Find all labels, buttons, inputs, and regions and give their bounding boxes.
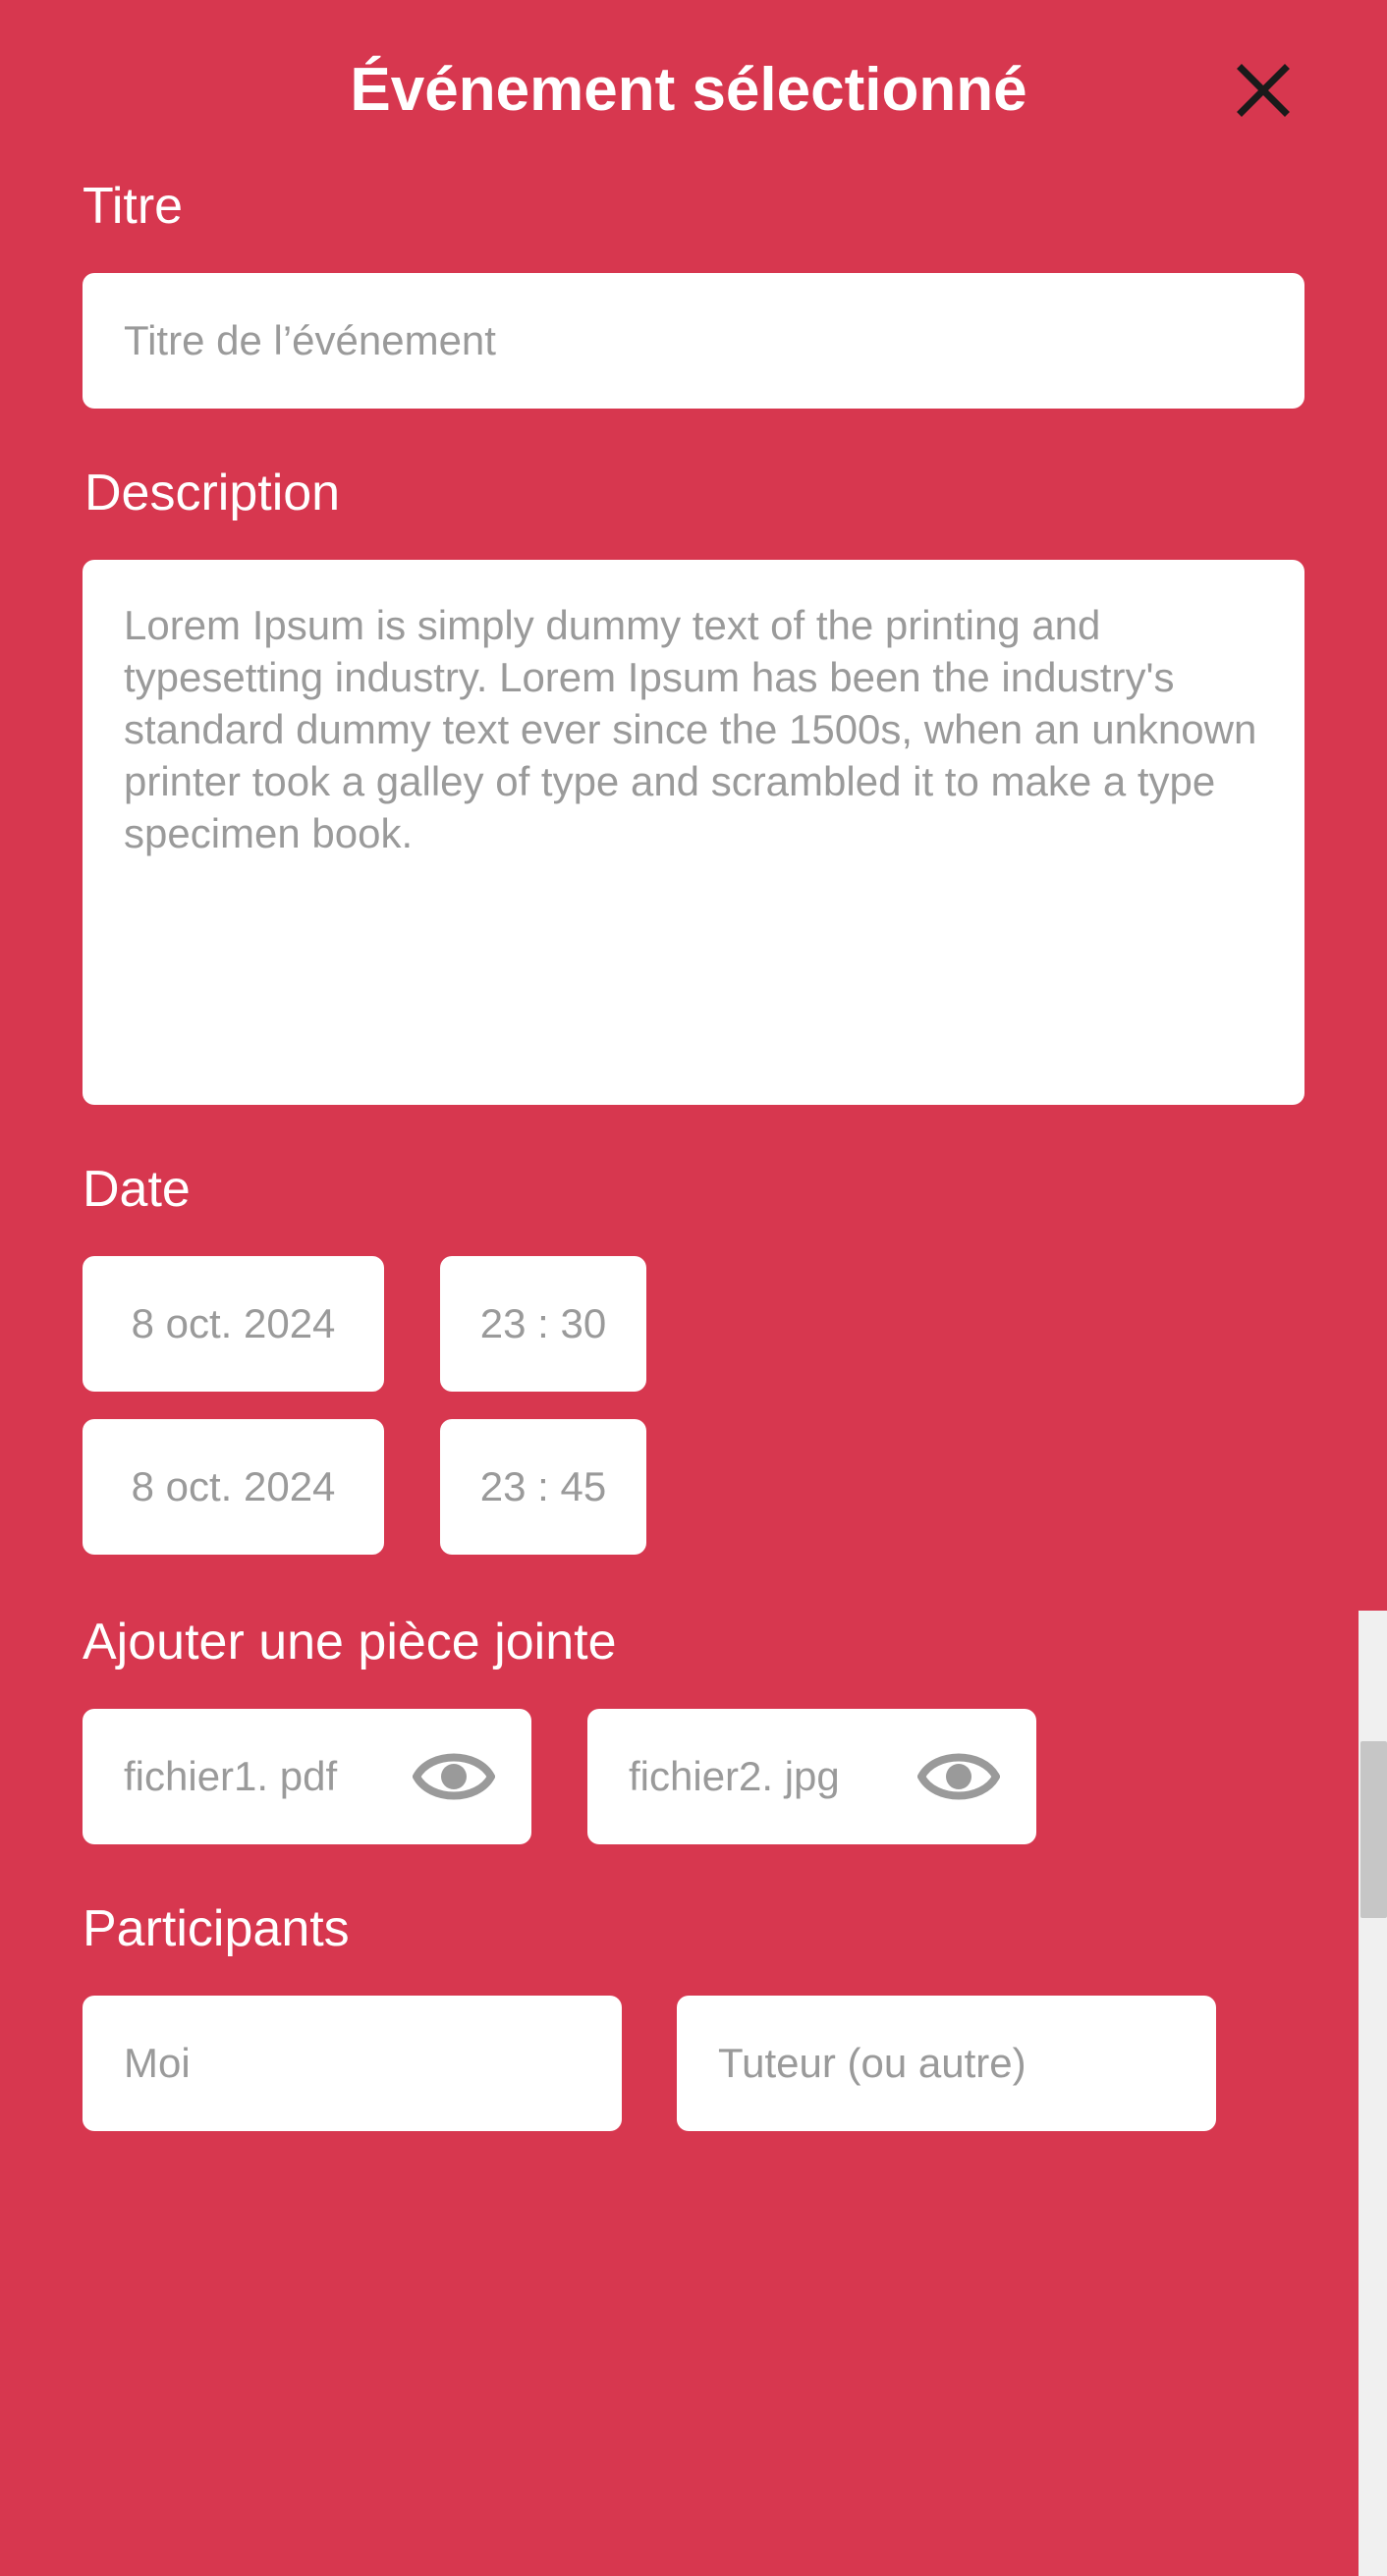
start-time-field[interactable]: 23 : 30 [440,1256,646,1392]
start-date-value: 8 oct. 2024 [131,1300,336,1346]
eye-icon[interactable] [916,1741,1001,1812]
end-time-value: 23 : 45 [479,1463,607,1509]
attachment-filename: fichier2. jpg [629,1753,840,1799]
attachment-filename: fichier1. pdf [124,1753,338,1799]
participants-label: Participants [83,1900,350,1957]
participant-me[interactable]: Moi [83,1996,622,2131]
description-text: Lorem Ipsum is simply dummy text of the … [124,602,1257,856]
end-date-field[interactable]: 8 oct. 2024 [83,1419,384,1555]
screen: Événement sélectionné Titre Titre de l’é… [0,0,1387,2576]
end-date-value: 8 oct. 2024 [131,1463,336,1509]
start-time-value: 23 : 30 [479,1300,607,1346]
start-date-field[interactable]: 8 oct. 2024 [83,1256,384,1392]
titre-placeholder: Titre de l’événement [124,317,496,363]
participant-name: Tuteur (ou autre) [718,2040,1026,2086]
date-label: Date [83,1161,191,1218]
attachment-item[interactable]: fichier1. pdf [83,1709,531,1844]
description-label: Description [84,465,341,521]
participant-tutor[interactable]: Tuteur (ou autre) [677,1996,1216,2131]
titre-field[interactable]: Titre de l’événement [83,273,1304,409]
attachment-item[interactable]: fichier2. jpg [587,1709,1036,1844]
attachments-label: Ajouter une pièce jointe [83,1614,617,1671]
scrollbar-thumb[interactable] [1360,1741,1387,1918]
page-title: Événement sélectionné [350,56,1027,124]
description-field[interactable]: Lorem Ipsum is simply dummy text of the … [83,560,1304,1105]
close-icon[interactable] [1232,59,1295,122]
titre-label: Titre [83,178,184,235]
participant-name: Moi [124,2040,191,2086]
end-time-field[interactable]: 23 : 45 [440,1419,646,1555]
eye-icon[interactable] [412,1741,496,1812]
event-panel: Événement sélectionné Titre Titre de l’é… [0,0,1387,2576]
